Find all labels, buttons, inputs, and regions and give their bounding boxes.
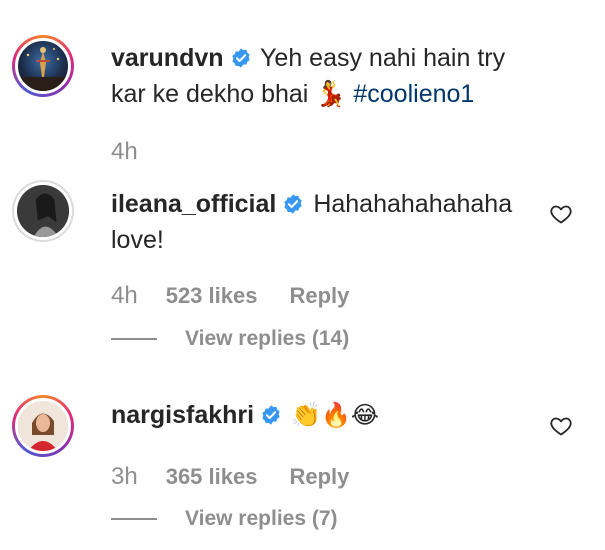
comment-meta: 4h: [111, 138, 166, 166]
replies-divider: [111, 518, 157, 520]
avatar-image: [18, 401, 68, 451]
view-replies-label[interactable]: View replies (7): [185, 507, 338, 531]
avatar-ileana-official[interactable]: [12, 180, 74, 242]
username[interactable]: ileana_official: [111, 190, 276, 218]
comment-emojis: 👏🔥😂: [291, 401, 379, 429]
username[interactable]: varundvn: [111, 44, 224, 72]
comment-text: ileana_official Hahahahahahaha love!: [111, 186, 541, 258]
hashtag-link[interactable]: #coolieno1: [353, 80, 474, 108]
likes-count[interactable]: 365 likes: [166, 464, 258, 490]
heart-outline-icon[interactable]: [549, 414, 573, 438]
username[interactable]: nargisfakhri: [111, 401, 254, 429]
heart-outline-icon[interactable]: [549, 202, 573, 226]
avatar-varundvn[interactable]: [12, 35, 74, 97]
verified-badge-icon: [262, 405, 280, 425]
avatar-image: [18, 47, 68, 91]
comment-meta: 3h 365 likes Reply: [111, 463, 349, 491]
avatar-image: [17, 185, 69, 237]
comment-time[interactable]: 3h: [111, 463, 138, 491]
comment-text: nargisfakhri 👏🔥😂: [111, 397, 541, 433]
reply-button[interactable]: Reply: [289, 464, 349, 490]
reply-button[interactable]: Reply: [289, 283, 349, 309]
verified-badge-icon: [284, 194, 302, 214]
comment-meta: 4h 523 likes Reply: [111, 282, 349, 310]
comment-text: varundvn Yeh easy nahi hain try kar ke d…: [111, 40, 541, 112]
comment-time[interactable]: 4h: [111, 138, 138, 166]
view-replies[interactable]: View replies (14): [111, 327, 349, 351]
likes-count[interactable]: 523 likes: [166, 283, 258, 309]
view-replies[interactable]: View replies (7): [111, 507, 338, 531]
comment-time[interactable]: 4h: [111, 282, 138, 310]
view-replies-label[interactable]: View replies (14): [185, 327, 349, 351]
replies-divider: [111, 338, 157, 340]
avatar-nargisfakhri[interactable]: [12, 395, 74, 457]
verified-badge-icon: [231, 48, 250, 68]
